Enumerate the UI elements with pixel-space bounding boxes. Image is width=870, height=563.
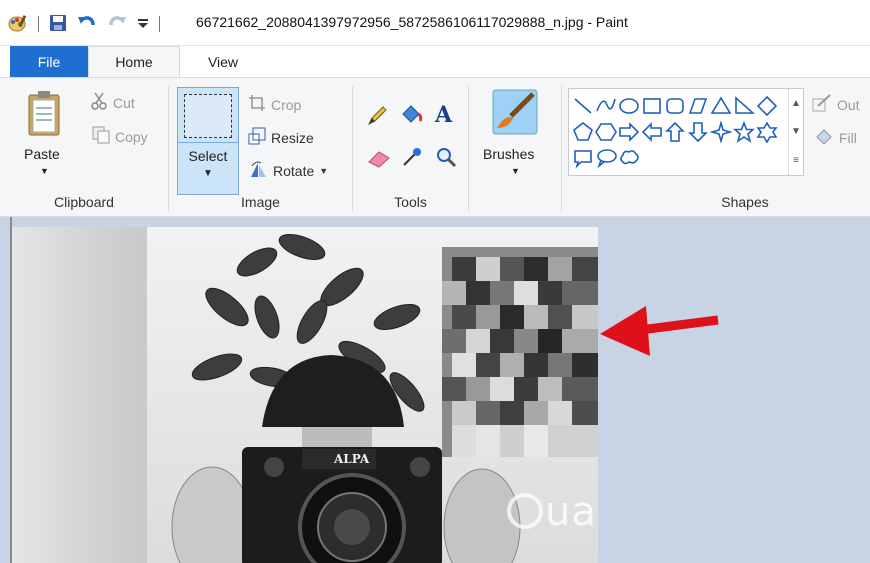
- qat-separator: [38, 16, 39, 32]
- down-arrow-shape-icon[interactable]: [687, 119, 709, 145]
- diamond-shape-icon[interactable]: [756, 93, 778, 119]
- copy-button[interactable]: Copy: [92, 126, 148, 147]
- image-group-label: Image: [241, 194, 280, 210]
- ribbon: Paste ▼ Cut Copy Clipboard Image Select …: [0, 77, 870, 217]
- six-point-star-shape-icon[interactable]: [756, 119, 778, 145]
- tab-view[interactable]: View: [180, 46, 266, 77]
- title-separator: [159, 16, 160, 32]
- redo-icon[interactable]: [107, 14, 127, 35]
- undo-icon[interactable]: [77, 14, 97, 35]
- color-picker-icon[interactable]: [401, 146, 423, 171]
- save-icon[interactable]: [49, 14, 67, 35]
- select-rectangle-icon: [184, 94, 232, 138]
- quick-access-toolbar: [8, 12, 160, 36]
- customize-qat-icon[interactable]: [137, 16, 149, 33]
- title-bar: 66721662_2088041397972956_58725861061170…: [0, 0, 870, 46]
- paste-dropdown-icon: ▼: [40, 166, 49, 176]
- watermark-text: uantrimang: [545, 489, 598, 535]
- right-arrow-shape-icon[interactable]: [618, 119, 640, 145]
- scroll-up-icon[interactable]: ▲: [791, 98, 801, 109]
- scissors-icon: [90, 92, 108, 113]
- rounded-callout-shape-icon[interactable]: [572, 145, 594, 171]
- resize-button[interactable]: Resize: [248, 127, 314, 148]
- rotate-icon: [248, 160, 268, 181]
- pixelated-region: [442, 247, 598, 457]
- shapes-grid: [572, 93, 778, 171]
- crop-button[interactable]: Crop: [248, 94, 301, 115]
- tools-group: A Tools: [353, 78, 468, 216]
- cloud-callout-shape-icon[interactable]: [618, 145, 640, 171]
- copy-label: Copy: [115, 128, 148, 145]
- curve-shape-icon[interactable]: [595, 93, 617, 119]
- outline-label: Out: [837, 96, 860, 113]
- fill-bucket-icon[interactable]: [399, 102, 423, 129]
- cut-label: Cut: [113, 94, 135, 111]
- clipboard-group-label: Clipboard: [54, 194, 114, 210]
- up-arrow-shape-icon[interactable]: [664, 119, 686, 145]
- select-dropdown-icon[interactable]: ▼: [178, 168, 238, 179]
- text-icon[interactable]: A: [435, 102, 452, 128]
- pencil-icon[interactable]: [367, 104, 389, 129]
- crop-icon: [248, 94, 266, 115]
- select-label: Select: [188, 148, 228, 164]
- rotate-label: Rotate: [273, 162, 315, 179]
- outline-button[interactable]: Out: [812, 94, 860, 115]
- tools-group-label: Tools: [394, 194, 427, 210]
- right-triangle-shape-icon[interactable]: [733, 93, 755, 119]
- polygon-shape-icon[interactable]: [687, 93, 709, 119]
- rounded-rectangle-shape-icon[interactable]: [664, 93, 686, 119]
- crop-label: Crop: [271, 96, 302, 113]
- paste-label: Paste: [24, 146, 60, 162]
- select-button[interactable]: Select ▼: [177, 87, 239, 195]
- fill-button[interactable]: Fill: [814, 127, 857, 148]
- paint-app-icon[interactable]: [8, 14, 28, 35]
- brushes-dropdown-icon: ▼: [511, 166, 520, 176]
- camera-brand-text: ALPA: [333, 452, 370, 466]
- five-point-star-shape-icon[interactable]: [733, 119, 755, 145]
- four-point-star-shape-icon[interactable]: [710, 119, 732, 145]
- ribbon-tabs: File Home View: [0, 46, 870, 77]
- paste-button[interactable]: Paste ▼: [18, 86, 66, 186]
- tab-home[interactable]: Home: [88, 46, 180, 77]
- clipboard-group: Paste ▼ Cut Copy Clipboard: [0, 78, 168, 216]
- brush-icon: [491, 88, 539, 139]
- rectangle-shape-icon[interactable]: [641, 93, 663, 119]
- resize-icon: [248, 127, 266, 148]
- fill-label: Fill: [839, 129, 857, 146]
- clipboard-icon: [28, 90, 60, 139]
- canvas-image[interactable]: ALPA uantrimang: [12, 227, 598, 563]
- scroll-down-icon[interactable]: ▼: [791, 126, 801, 137]
- pentagon-shape-icon[interactable]: [572, 119, 594, 145]
- rotate-dropdown-icon: ▼: [319, 165, 329, 176]
- hexagon-shape-icon[interactable]: [595, 119, 617, 145]
- resize-label: Resize: [271, 129, 314, 146]
- brushes-label: Brushes: [483, 146, 535, 162]
- select-divider: [178, 142, 238, 143]
- watermark-logo-icon: [507, 493, 543, 529]
- outline-brush-icon: [812, 94, 832, 115]
- shapes-group-label: Shapes: [721, 194, 769, 210]
- magnifier-icon[interactable]: [435, 146, 457, 171]
- eraser-icon[interactable]: [367, 148, 391, 171]
- left-arrow-shape-icon[interactable]: [641, 119, 663, 145]
- window-title: 66721662_2088041397972956_58725861061170…: [196, 14, 628, 30]
- cut-button[interactable]: Cut: [90, 92, 135, 113]
- line-shape-icon[interactable]: [572, 93, 594, 119]
- oval-callout-shape-icon[interactable]: [595, 145, 617, 171]
- annotation-arrow: [600, 306, 719, 356]
- fill-bucket-small-icon: [814, 127, 834, 148]
- shapes-scroll[interactable]: ▲ ▼ ≡: [788, 89, 803, 175]
- oval-shape-icon[interactable]: [618, 93, 640, 119]
- triangle-shape-icon[interactable]: [710, 93, 732, 119]
- brushes-button[interactable]: Brushes ▼: [469, 78, 561, 216]
- shapes-gallery: ▲ ▼ ≡: [568, 88, 804, 176]
- tab-file[interactable]: File: [10, 46, 88, 77]
- expand-gallery-icon[interactable]: ≡: [793, 155, 799, 166]
- copy-icon: [92, 126, 110, 147]
- rotate-button[interactable]: Rotate ▼: [248, 160, 328, 181]
